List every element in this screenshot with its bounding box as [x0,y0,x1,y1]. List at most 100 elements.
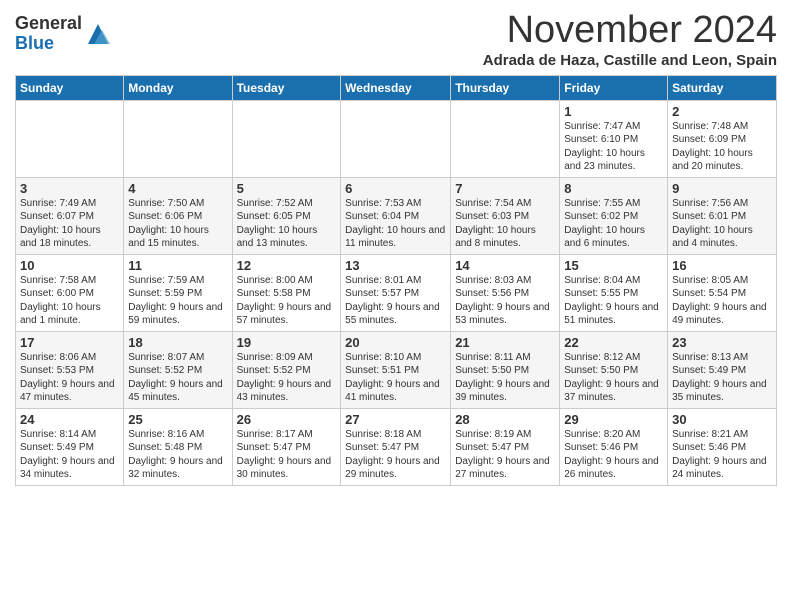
day-number: 13 [345,258,446,273]
day-info: Sunrise: 8:16 AM Sunset: 5:48 PM Dayligh… [128,428,227,482]
calendar-cell: 3Sunrise: 7:49 AM Sunset: 6:07 PM Daylig… [16,177,124,254]
day-info: Sunrise: 8:12 AM Sunset: 5:50 PM Dayligh… [564,351,663,405]
day-number: 30 [672,412,772,427]
calendar-cell: 18Sunrise: 8:07 AM Sunset: 5:52 PM Dayli… [124,331,232,408]
calendar-cell: 15Sunrise: 8:04 AM Sunset: 5:55 PM Dayli… [560,254,668,331]
header-tuesday: Tuesday [232,75,341,100]
day-info: Sunrise: 8:06 AM Sunset: 5:53 PM Dayligh… [20,351,119,405]
day-info: Sunrise: 8:14 AM Sunset: 5:49 PM Dayligh… [20,428,119,482]
day-number: 5 [237,181,337,196]
calendar-cell: 28Sunrise: 8:19 AM Sunset: 5:47 PM Dayli… [451,408,560,485]
day-info: Sunrise: 8:11 AM Sunset: 5:50 PM Dayligh… [455,351,555,405]
day-info: Sunrise: 7:47 AM Sunset: 6:10 PM Dayligh… [564,120,663,174]
calendar-cell: 11Sunrise: 7:59 AM Sunset: 5:59 PM Dayli… [124,254,232,331]
day-number: 9 [672,181,772,196]
calendar-week-3: 10Sunrise: 7:58 AM Sunset: 6:00 PM Dayli… [16,254,777,331]
calendar: Sunday Monday Tuesday Wednesday Thursday… [15,75,777,486]
day-info: Sunrise: 7:56 AM Sunset: 6:01 PM Dayligh… [672,197,772,251]
day-number: 29 [564,412,663,427]
header-monday: Monday [124,75,232,100]
day-info: Sunrise: 7:50 AM Sunset: 6:06 PM Dayligh… [128,197,227,251]
day-number: 2 [672,104,772,119]
calendar-cell: 24Sunrise: 8:14 AM Sunset: 5:49 PM Dayli… [16,408,124,485]
logo-general: General [15,14,82,34]
calendar-cell: 1Sunrise: 7:47 AM Sunset: 6:10 PM Daylig… [560,100,668,177]
calendar-cell: 19Sunrise: 8:09 AM Sunset: 5:52 PM Dayli… [232,331,341,408]
calendar-cell: 22Sunrise: 8:12 AM Sunset: 5:50 PM Dayli… [560,331,668,408]
calendar-week-1: 1Sunrise: 7:47 AM Sunset: 6:10 PM Daylig… [16,100,777,177]
day-number: 12 [237,258,337,273]
header-wednesday: Wednesday [341,75,451,100]
day-info: Sunrise: 8:19 AM Sunset: 5:47 PM Dayligh… [455,428,555,482]
day-number: 19 [237,335,337,350]
day-number: 10 [20,258,119,273]
day-number: 18 [128,335,227,350]
day-number: 17 [20,335,119,350]
day-number: 7 [455,181,555,196]
logo: General Blue [15,14,112,54]
day-info: Sunrise: 7:55 AM Sunset: 6:02 PM Dayligh… [564,197,663,251]
day-number: 4 [128,181,227,196]
calendar-cell [124,100,232,177]
header-thursday: Thursday [451,75,560,100]
calendar-week-4: 17Sunrise: 8:06 AM Sunset: 5:53 PM Dayli… [16,331,777,408]
day-number: 22 [564,335,663,350]
calendar-cell: 27Sunrise: 8:18 AM Sunset: 5:47 PM Dayli… [341,408,451,485]
day-info: Sunrise: 8:21 AM Sunset: 5:46 PM Dayligh… [672,428,772,482]
day-info: Sunrise: 8:01 AM Sunset: 5:57 PM Dayligh… [345,274,446,328]
calendar-cell [16,100,124,177]
page-container: General Blue November 2024 Adrada de Haz… [0,0,792,501]
calendar-cell: 9Sunrise: 7:56 AM Sunset: 6:01 PM Daylig… [668,177,777,254]
day-info: Sunrise: 8:07 AM Sunset: 5:52 PM Dayligh… [128,351,227,405]
day-number: 3 [20,181,119,196]
calendar-week-5: 24Sunrise: 8:14 AM Sunset: 5:49 PM Dayli… [16,408,777,485]
day-info: Sunrise: 7:54 AM Sunset: 6:03 PM Dayligh… [455,197,555,251]
calendar-cell: 10Sunrise: 7:58 AM Sunset: 6:00 PM Dayli… [16,254,124,331]
calendar-cell [451,100,560,177]
day-number: 25 [128,412,227,427]
day-number: 6 [345,181,446,196]
day-number: 28 [455,412,555,427]
header-friday: Friday [560,75,668,100]
calendar-cell: 20Sunrise: 8:10 AM Sunset: 5:51 PM Dayli… [341,331,451,408]
day-number: 14 [455,258,555,273]
day-info: Sunrise: 7:59 AM Sunset: 5:59 PM Dayligh… [128,274,227,328]
calendar-cell: 7Sunrise: 7:54 AM Sunset: 6:03 PM Daylig… [451,177,560,254]
day-info: Sunrise: 8:18 AM Sunset: 5:47 PM Dayligh… [345,428,446,482]
day-number: 26 [237,412,337,427]
calendar-week-2: 3Sunrise: 7:49 AM Sunset: 6:07 PM Daylig… [16,177,777,254]
day-number: 8 [564,181,663,196]
month-title: November 2024 [483,10,777,52]
title-block: November 2024 Adrada de Haza, Castille a… [483,10,777,69]
calendar-cell: 23Sunrise: 8:13 AM Sunset: 5:49 PM Dayli… [668,331,777,408]
day-info: Sunrise: 7:48 AM Sunset: 6:09 PM Dayligh… [672,120,772,174]
header-sunday: Sunday [16,75,124,100]
day-info: Sunrise: 8:00 AM Sunset: 5:58 PM Dayligh… [237,274,337,328]
logo-icon [84,20,112,48]
day-info: Sunrise: 8:03 AM Sunset: 5:56 PM Dayligh… [455,274,555,328]
day-number: 1 [564,104,663,119]
calendar-cell: 29Sunrise: 8:20 AM Sunset: 5:46 PM Dayli… [560,408,668,485]
calendar-cell: 5Sunrise: 7:52 AM Sunset: 6:05 PM Daylig… [232,177,341,254]
day-number: 15 [564,258,663,273]
calendar-cell: 13Sunrise: 8:01 AM Sunset: 5:57 PM Dayli… [341,254,451,331]
logo-blue: Blue [15,34,82,54]
calendar-cell: 30Sunrise: 8:21 AM Sunset: 5:46 PM Dayli… [668,408,777,485]
day-number: 16 [672,258,772,273]
calendar-cell: 25Sunrise: 8:16 AM Sunset: 5:48 PM Dayli… [124,408,232,485]
day-info: Sunrise: 8:13 AM Sunset: 5:49 PM Dayligh… [672,351,772,405]
calendar-cell: 8Sunrise: 7:55 AM Sunset: 6:02 PM Daylig… [560,177,668,254]
day-info: Sunrise: 8:05 AM Sunset: 5:54 PM Dayligh… [672,274,772,328]
header-saturday: Saturday [668,75,777,100]
logo-text: General Blue [15,14,82,54]
location-title: Adrada de Haza, Castille and Leon, Spain [483,52,777,69]
weekday-header-row: Sunday Monday Tuesday Wednesday Thursday… [16,75,777,100]
calendar-cell: 26Sunrise: 8:17 AM Sunset: 5:47 PM Dayli… [232,408,341,485]
day-info: Sunrise: 7:53 AM Sunset: 6:04 PM Dayligh… [345,197,446,251]
day-number: 21 [455,335,555,350]
calendar-cell [341,100,451,177]
day-number: 27 [345,412,446,427]
day-info: Sunrise: 7:58 AM Sunset: 6:00 PM Dayligh… [20,274,119,328]
day-info: Sunrise: 7:52 AM Sunset: 6:05 PM Dayligh… [237,197,337,251]
day-number: 20 [345,335,446,350]
